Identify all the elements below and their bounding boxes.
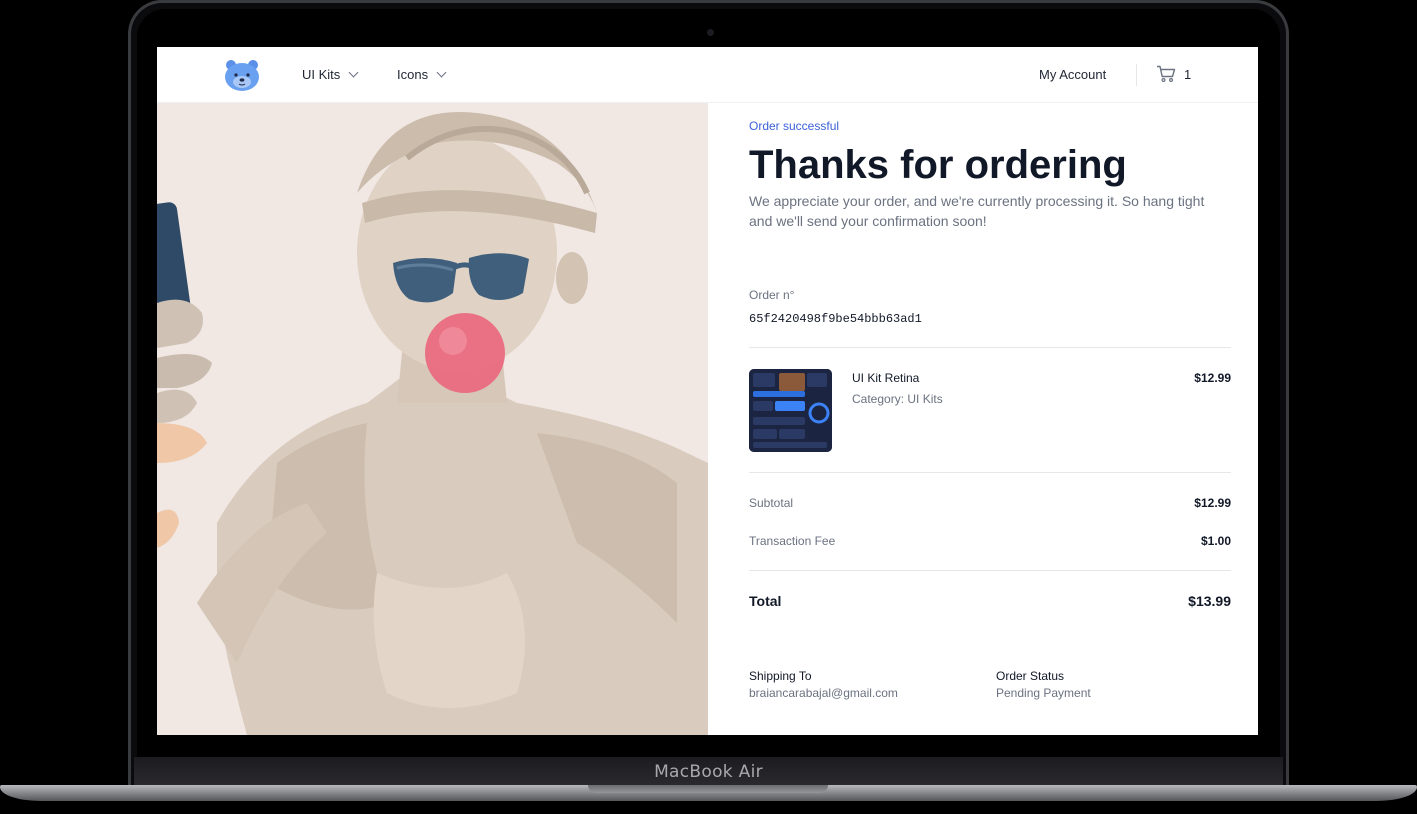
order-number: 65f2420498f9be54bbb63ad1 — [749, 312, 922, 326]
cart-count: 1 — [1184, 66, 1192, 82]
divider — [749, 570, 1231, 571]
cart-button[interactable]: 1 — [1156, 65, 1191, 83]
subtotal-value: $12.99 — [1194, 496, 1231, 510]
hero-illustration — [157, 103, 708, 735]
divider — [749, 472, 1231, 473]
order-status-eyebrow: Order successful — [749, 119, 840, 133]
transaction-fee-label: Transaction Fee — [749, 534, 836, 548]
order-description: We appreciate your order, and we're curr… — [749, 193, 1205, 229]
total-value: $13.99 — [1188, 593, 1231, 609]
page-title: Thanks for ordering — [749, 143, 1127, 187]
screen: UI Kits Icons My Account 1 Order success… — [157, 47, 1258, 735]
cart-icon — [1157, 65, 1176, 83]
product-price: $12.99 — [1194, 371, 1231, 385]
total-label: Total — [749, 593, 782, 609]
nav-ui-kits[interactable]: UI Kits — [302, 67, 359, 82]
top-nav: UI Kits Icons My Account 1 — [157, 47, 1258, 103]
order-status-label: Order Status — [996, 669, 1065, 683]
order-status-value: Pending Payment — [996, 686, 1091, 700]
product-thumbnail[interactable] — [749, 369, 832, 452]
nav-icons-label: Icons — [397, 67, 429, 82]
subtotal-label: Subtotal — [749, 496, 794, 510]
product-category: Category: UI Kits — [852, 392, 943, 406]
divider — [749, 347, 1231, 348]
shipping-to-label: Shipping To — [749, 669, 812, 683]
nav-ui-kits-label: UI Kits — [302, 67, 341, 82]
device-label: MacBook Air — [654, 762, 763, 782]
nav-divider — [1136, 64, 1137, 86]
laptop-notch — [588, 785, 828, 793]
device-frame: MacBook Air UI Kits Icons My Account 1 O… — [0, 0, 1417, 814]
camera-icon — [707, 29, 714, 36]
transaction-fee-value: $1.00 — [1200, 534, 1231, 548]
my-account-link[interactable]: My Account — [1039, 67, 1106, 82]
product-name[interactable]: UI Kit Retina — [852, 371, 919, 385]
shipping-email: braiancarabajal@gmail.com — [749, 686, 898, 700]
chevron-down-icon — [436, 67, 447, 78]
logo-bear-icon[interactable] — [223, 58, 261, 92]
order-number-label: Order n° — [749, 288, 795, 302]
nav-icons[interactable]: Icons — [397, 67, 447, 82]
chevron-down-icon — [348, 67, 359, 78]
